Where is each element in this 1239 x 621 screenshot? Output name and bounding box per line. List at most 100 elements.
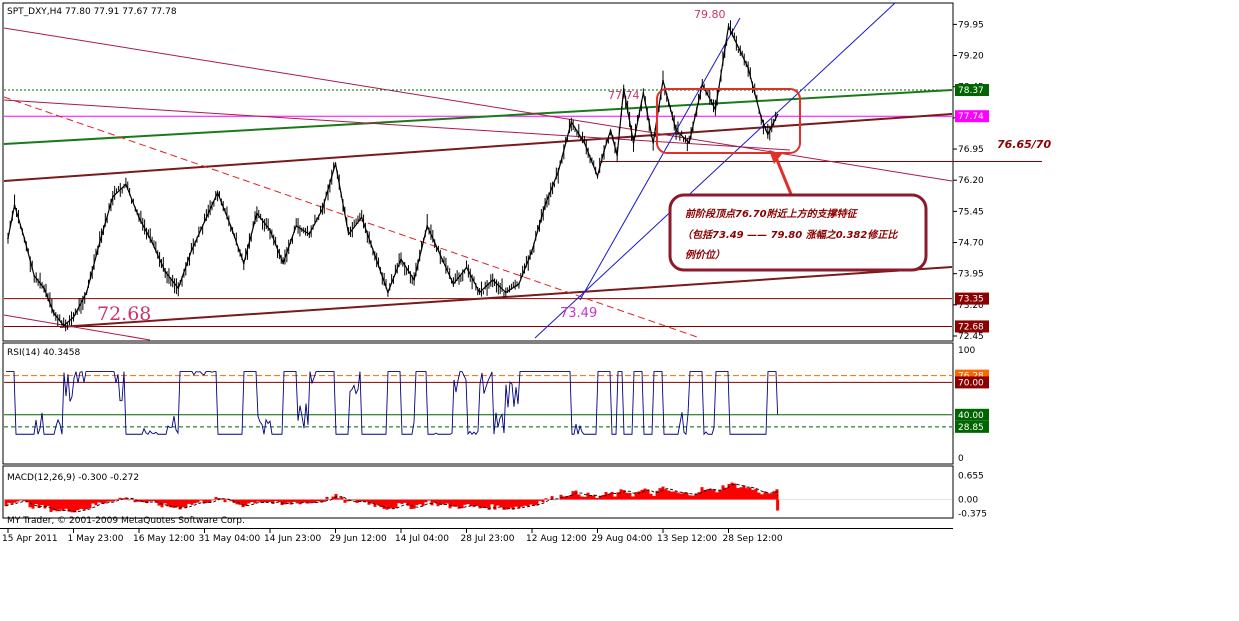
price-point [374,254,376,256]
macd-histogram-bar [770,494,773,500]
macd-tick-label: 0.00 [958,496,978,506]
macd-histogram-bar [719,490,722,499]
price-point [616,154,618,156]
macd-histogram-bar [242,500,245,508]
macd-histogram-bar [734,483,737,499]
price-point [557,171,559,173]
macd-histogram-bar [509,500,512,508]
macd-histogram-bar [197,500,200,503]
macd-histogram-bar [11,500,14,504]
price-point [33,275,35,277]
price-point [675,130,677,132]
macd-histogram-bar [461,500,464,509]
time-tick-label: 14 Jul 04:00 [395,534,449,544]
macd-histogram-bar [191,500,194,505]
macd-histogram-bar [584,497,587,500]
macd-histogram-bar [83,500,86,510]
macd-histogram-bar [407,500,410,506]
macd-histogram-bar [374,500,377,507]
macd-histogram-bar [755,489,758,500]
macd-histogram-bar [113,500,116,502]
macd-histogram-bar [89,500,92,509]
price-point [767,134,769,136]
macd-histogram-bar [74,500,77,513]
macd-histogram-bar [752,490,755,500]
price-badge-label: 78.37 [958,86,984,96]
macd-histogram-bar [194,500,197,504]
price-point [777,114,779,116]
price-point [518,283,520,285]
macd-histogram-bar [200,500,203,501]
macd-histogram-bar [317,500,320,502]
macd-histogram-bar [455,500,458,507]
target-label: 76.65/70 [997,138,1051,151]
macd-histogram-bar [185,500,188,508]
price-point [24,238,26,240]
macd-histogram-bar [620,489,623,499]
macd-histogram-bar [101,500,104,504]
macd-histogram-bar [59,500,62,510]
macd-histogram-bar [110,500,113,502]
macd-histogram-bar [560,495,563,500]
macd-histogram-bar [212,500,215,501]
macd-histogram-bar [287,500,290,503]
macd-histogram-bar [722,485,725,499]
macd-histogram-bar [428,500,431,501]
price-point [400,258,402,260]
macd-histogram-bar [758,493,761,500]
macd-histogram-bar [701,487,704,499]
price-point [112,196,114,198]
copyright-text: MY Trader, © 2001-2009 MetaQuotes Softwa… [7,516,245,526]
time-tick-label: 13 Sep 12:00 [657,534,717,544]
time-tick-label: 16 May 12:00 [133,534,195,544]
macd-histogram-bar [689,495,692,499]
price-point [256,213,258,215]
low-label-73-49: 73.49 [560,306,597,321]
macd-histogram-bar [482,500,485,508]
rsi-tick-label: 0 [958,454,964,464]
price-point [492,279,494,281]
price-tick-label: 74.70 [958,239,984,249]
price-point [269,229,271,231]
macd-histogram-bar [530,500,533,505]
price-point [217,192,219,194]
price-point [204,221,206,223]
price-point [361,217,363,219]
macd-histogram-bar [422,500,425,506]
macd-histogram-bar [686,493,689,500]
macd-histogram-bar [419,500,422,505]
rsi-badge-label: 40.00 [958,411,984,421]
macd-histogram-bar [467,500,470,505]
macd-histogram-bar [776,489,779,499]
time-tick-label: 1 May 23:00 [68,534,124,544]
macd-histogram-bar [575,491,578,500]
price-point [282,262,284,264]
macd-histogram-bar [338,498,341,499]
price-badge-label: 73.35 [958,295,984,305]
price-tick-label: 79.20 [958,52,984,62]
macd-histogram-bar [716,492,719,499]
macd-histogram-bar [464,500,467,505]
macd-histogram-bar [737,488,740,500]
macd-histogram-bar [251,500,254,502]
macd-histogram-bar [776,500,779,511]
price-point [728,26,730,28]
main-header: SPT_DXY,H4 77.80 77.91 77.67 77.78 [7,7,177,17]
macd-histogram-bar [98,500,101,503]
rsi-header: RSI(14) 40.3458 [7,348,80,358]
macd-histogram-bar [518,500,521,509]
rsi-badge-label: 70.00 [958,378,984,388]
macd-histogram-bar [692,496,695,500]
price-point [754,92,756,94]
price-point [426,225,428,227]
price-point [738,46,740,48]
price-point [43,287,45,289]
macd-histogram-bar [380,500,383,508]
price-point [760,117,762,119]
macd-histogram-bar [116,499,119,500]
macd-histogram-bar [767,493,770,499]
price-point [505,292,507,294]
macd-histogram-bar [47,500,50,507]
rsi-badge-label: 28.85 [958,423,984,433]
macd-histogram-bar [41,500,44,505]
